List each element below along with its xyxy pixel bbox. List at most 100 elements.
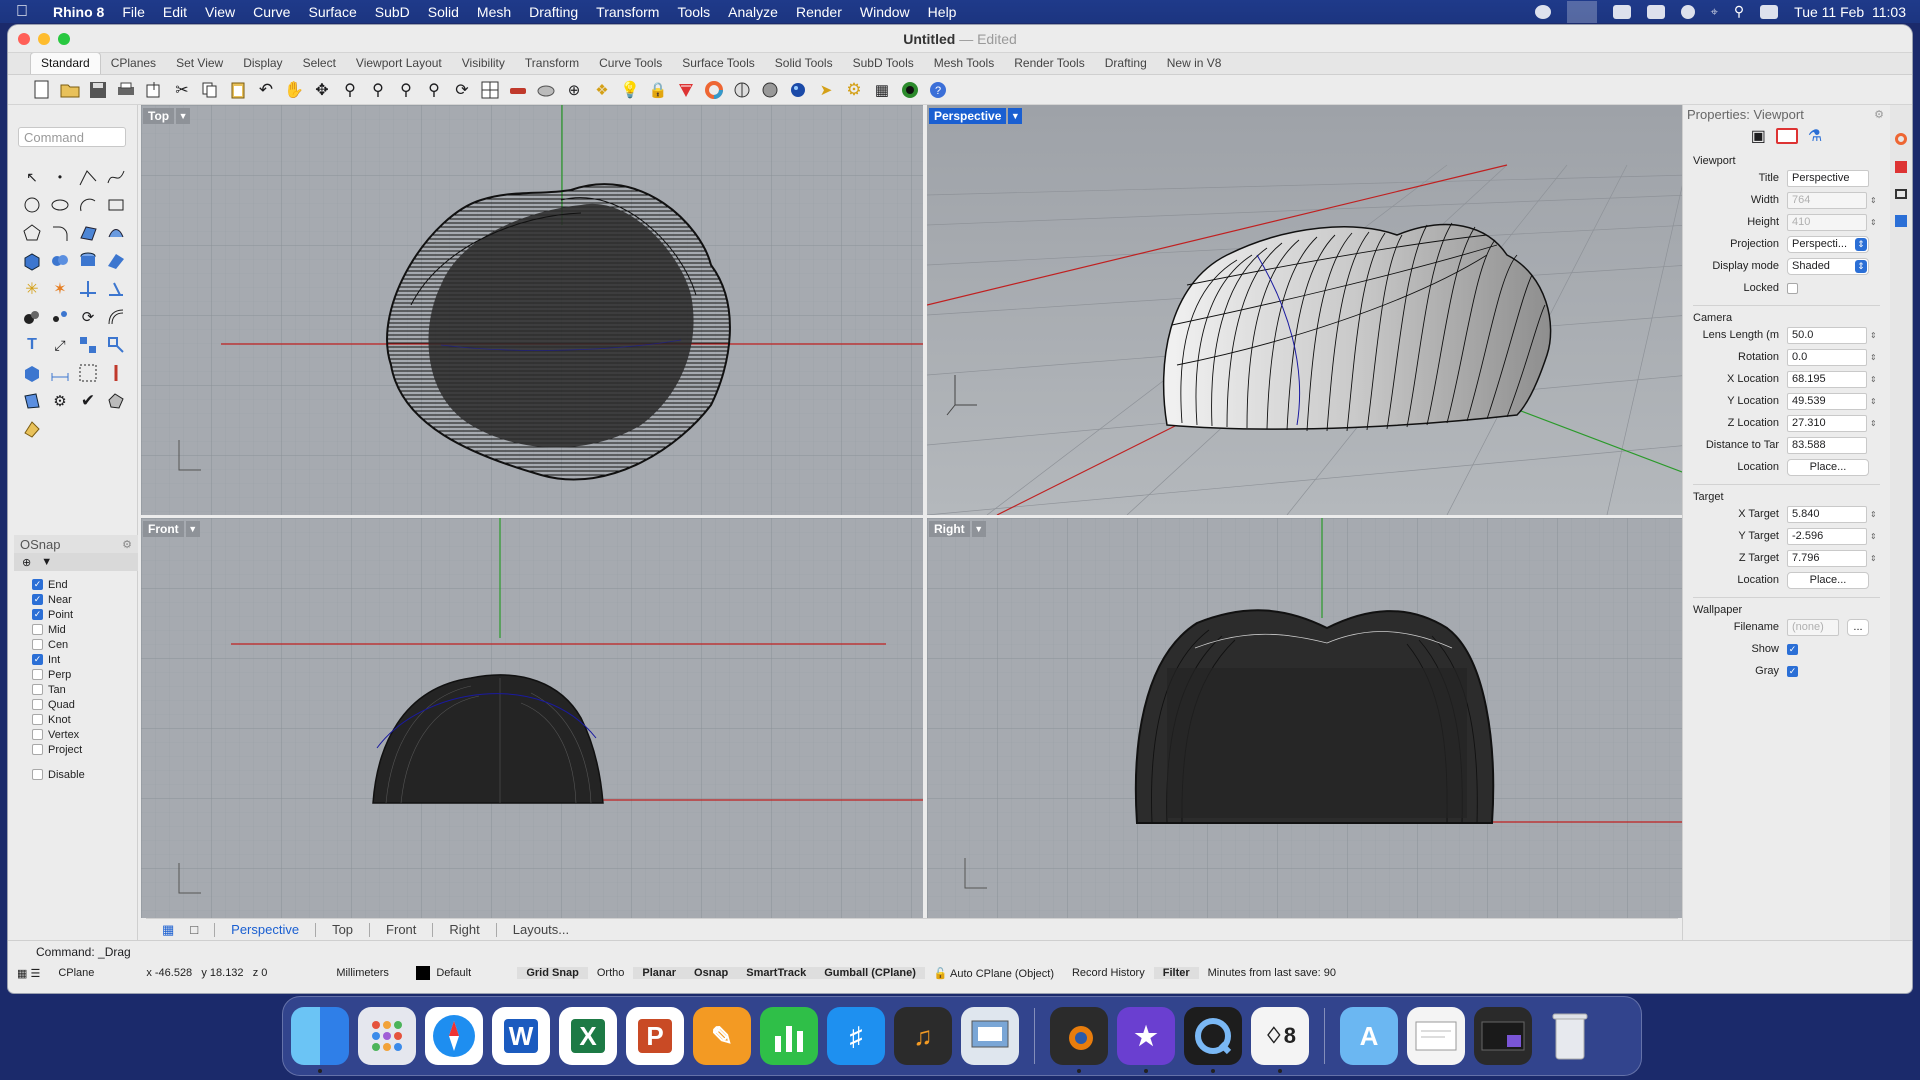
menu-edit[interactable]: Edit [154,4,196,20]
rhino-icon[interactable]: ♢8 [1251,1007,1309,1073]
point-icon[interactable]: • [48,165,72,189]
browse-button[interactable]: ... [1847,618,1869,636]
wireframe-icon[interactable] [758,78,782,102]
osnap-point[interactable]: ✓ Point [14,607,138,622]
circle-icon[interactable] [20,193,44,217]
wifi-icon[interactable]: ⌖ [1711,4,1718,20]
checkbox-icon[interactable] [32,714,43,725]
stepper-icon[interactable]: ⇕ [1870,331,1878,340]
lock-icon[interactable]: 🔒 [646,78,670,102]
import-icon[interactable] [142,78,166,102]
osnap-project[interactable]: Project [14,742,138,757]
menu-subd[interactable]: SubD [366,4,419,20]
osnap-tan[interactable]: Tan [14,682,138,697]
menu-tools[interactable]: Tools [668,4,719,20]
menu-transform[interactable]: Transform [587,4,668,20]
cylinder-icon[interactable] [76,249,100,273]
offset-icon[interactable] [104,305,128,329]
osnap-end[interactable]: ✓ End [14,577,138,592]
gumball-toggle[interactable]: Gumball (CPlane) [815,967,925,979]
place-camera-button[interactable]: Place... [1787,458,1869,476]
rotate-view-icon[interactable]: ✥ [310,78,334,102]
document-icon[interactable] [1407,1007,1465,1065]
viewport-title-top[interactable]: Top [143,107,175,124]
tab-select[interactable]: Select [293,53,346,74]
x-target-field[interactable]: 5.840 [1787,505,1867,523]
stepper-icon[interactable]: ⇕ [1870,532,1878,541]
cut-icon[interactable]: ✂ [170,78,194,102]
curve-icon[interactable] [104,165,128,189]
osnap-perp[interactable]: Perp [14,667,138,682]
locked-checkbox[interactable] [1787,282,1798,294]
checkbox-checked-icon[interactable]: ✓ [32,579,43,590]
word-icon[interactable]: W [492,1007,550,1065]
menu-drafting[interactable]: Drafting [520,4,587,20]
viewport-title-right[interactable]: Right [929,520,970,537]
tab-solid-tools[interactable]: Solid Tools [765,53,843,74]
viewport-right[interactable]: Right ▼ [927,518,1690,918]
checkbox-icon[interactable] [32,624,43,635]
box-icon[interactable] [20,249,44,273]
osnap-tab-filter-icon[interactable]: ▼ [41,556,52,568]
check-icon[interactable]: ✔ [76,389,100,413]
osnap-int[interactable]: ✓ Int [14,652,138,667]
menubar-clock[interactable]: Tue 11 Feb 11:03 [1794,4,1906,20]
powerpoint-icon[interactable]: P [626,1007,684,1065]
menu-view[interactable]: View [196,4,244,20]
cage-edit-icon[interactable] [20,389,44,413]
scrivener-icon[interactable] [1612,4,1631,19]
excel-icon[interactable]: X [559,1007,617,1065]
record-history-toggle[interactable]: Record History [1063,967,1154,979]
appstore-folder-icon[interactable]: A [1340,1007,1398,1065]
menu-curve[interactable]: Curve [244,4,299,20]
pan-hand-icon[interactable]: ✋ [282,78,306,102]
solid-edit-icon[interactable] [20,361,44,385]
stepper-icon[interactable]: ⇕ [1870,397,1878,406]
viewport-tab-front[interactable]: Front [370,922,432,937]
viewport-front[interactable]: Front ▼ [141,518,923,918]
zoom-extents-icon[interactable]: ⚲ [394,78,418,102]
zoom-window-button[interactable] [58,32,70,45]
z-target-field[interactable]: 7.796 [1787,549,1867,567]
tab-set-view[interactable]: Set View [166,53,233,74]
rendered-icon[interactable] [786,78,810,102]
distance-to-target-field[interactable]: 83.588 [1787,436,1867,454]
grid-array-icon[interactable] [76,361,100,385]
checkbox-icon[interactable] [32,699,43,710]
y-location-field[interactable]: 49.539 [1787,392,1867,410]
grid-snap-icon[interactable]: ❖ [590,78,614,102]
osnap-mid[interactable]: Mid [14,622,138,637]
tab-display[interactable]: Display [233,53,292,74]
play-icon[interactable] [1680,4,1695,19]
cplane-icon[interactable]: ⊕ [562,78,586,102]
menu-mesh[interactable]: Mesh [468,4,520,20]
select-icon[interactable]: ↖ [20,165,44,189]
imovie-icon[interactable]: ★ [1117,1007,1175,1073]
viewport-tab-layouts[interactable]: Layouts... [497,922,585,937]
zoom-icon[interactable]: ⚲ [338,78,362,102]
planar-toggle[interactable]: Planar [633,967,686,979]
garageband-icon[interactable]: ♫ [894,1007,952,1065]
undo-icon[interactable]: ↶ [254,78,278,102]
car-icon[interactable] [506,78,530,102]
sphere-icon[interactable] [48,249,72,273]
place-target-button[interactable]: Place... [1787,571,1869,589]
show-checkbox[interactable]: ✓ [1787,643,1798,655]
stepper-icon[interactable]: ⇕ [1870,375,1878,384]
tab-transform[interactable]: Transform [515,53,589,74]
checkbox-checked-icon[interactable]: ✓ [32,594,43,605]
polygon-icon[interactable] [20,221,44,245]
custom-props-icon[interactable]: ⚗ [1808,126,1822,146]
arc-icon[interactable] [76,193,100,217]
tab-curve-tools[interactable]: Curve Tools [589,53,672,74]
zoom-selected-icon[interactable]: ⚲ [422,78,446,102]
projection-select[interactable]: Perspecti... [1787,235,1869,253]
finder-icon[interactable] [291,1007,349,1073]
tab-mesh-tools[interactable]: Mesh Tools [924,53,1004,74]
checkbox-icon[interactable] [32,729,43,740]
app-menu[interactable]: Rhino 8 [44,4,113,20]
explode-icon[interactable]: ✶ [48,277,72,301]
trash-icon[interactable] [1541,1007,1599,1065]
filter-toggle[interactable]: Filter [1153,967,1199,979]
lens-length-field[interactable]: 50.0 [1787,326,1867,344]
